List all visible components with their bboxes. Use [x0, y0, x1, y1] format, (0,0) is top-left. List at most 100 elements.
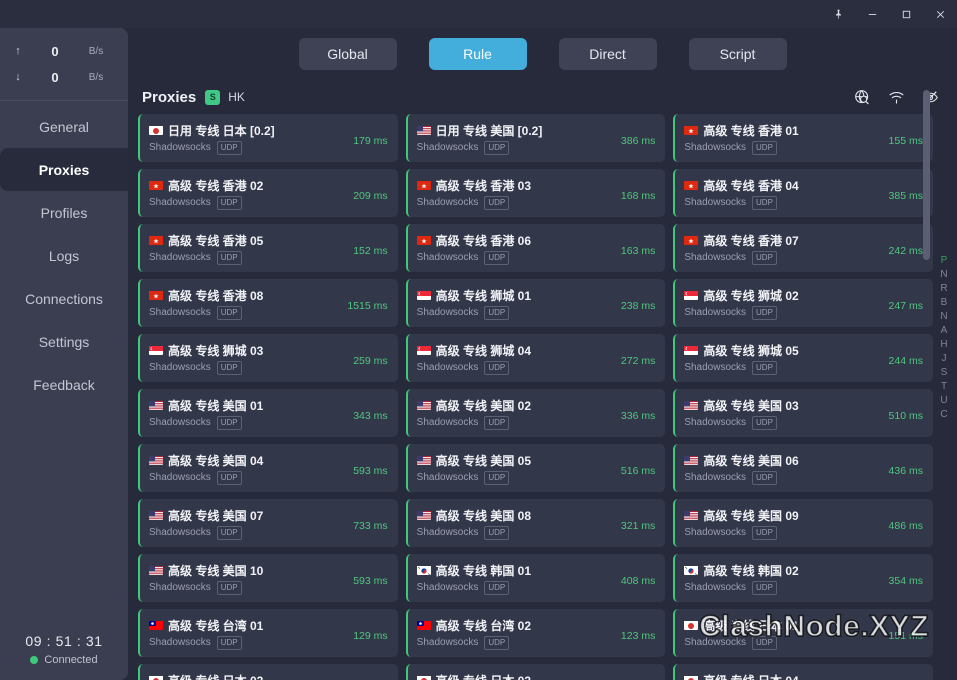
alphabet-index-letter[interactable]: P [941, 255, 948, 267]
proxy-name: 高级 专线 狮城 05 [703, 342, 798, 359]
proxy-card[interactable]: 高级 专线 日本 03ShadowsocksUDP219 ms [406, 664, 666, 680]
proxy-card[interactable]: 高级 专线 美国 06ShadowsocksUDP436 ms [673, 444, 933, 492]
alphabet-index-letter[interactable]: R [940, 283, 947, 295]
alphabet-index-letter[interactable]: N [940, 269, 947, 281]
proxy-protocol: Shadowsocks [417, 637, 479, 648]
alphabet-index-letter[interactable]: U [940, 395, 947, 407]
window-titlebar [0, 0, 957, 28]
minimize-icon[interactable] [855, 0, 889, 28]
proxy-card-title: 高级 专线 香港 06 [417, 232, 613, 249]
mode-button-global[interactable]: Global [299, 38, 397, 70]
proxy-card[interactable]: 高级 专线 香港 04ShadowsocksUDP385 ms [673, 169, 933, 217]
proxy-card-meta: ShadowsocksUDP [149, 416, 345, 430]
proxy-card[interactable]: 高级 专线 韩国 01ShadowsocksUDP408 ms [406, 554, 666, 602]
proxy-latency: 129 ms [353, 630, 387, 651]
alphabet-index-letter[interactable]: B [941, 297, 948, 309]
proxy-card-info: 高级 专线 美国 01ShadowsocksUDP [149, 397, 345, 430]
proxy-card[interactable]: 高级 专线 香港 06ShadowsocksUDP163 ms [406, 224, 666, 272]
proxy-card[interactable]: 高级 专线 美国 08ShadowsocksUDP321 ms [406, 499, 666, 547]
sidebar-item-proxies[interactable]: Proxies [0, 148, 128, 191]
proxy-card[interactable]: 高级 专线 日本 01ShadowsocksUDP151 ms [673, 609, 933, 657]
proxy-card[interactable]: 高级 专线 日本 02ShadowsocksUDP124 ms [138, 664, 398, 680]
proxy-card-meta: ShadowsocksUDP [417, 416, 613, 430]
proxy-card-title: 高级 专线 美国 08 [417, 507, 613, 524]
proxy-card[interactable]: 高级 专线 台湾 01ShadowsocksUDP129 ms [138, 609, 398, 657]
proxy-card[interactable]: 高级 专线 美国 09ShadowsocksUDP486 ms [673, 499, 933, 547]
proxy-card-info: 高级 专线 美国 09ShadowsocksUDP [684, 507, 880, 540]
sidebar-item-logs[interactable]: Logs [0, 234, 128, 277]
proxy-name: 高级 专线 香港 01 [703, 122, 798, 139]
mode-button-script[interactable]: Script [689, 38, 787, 70]
proxy-card[interactable]: 高级 专线 狮城 01ShadowsocksUDP238 ms [406, 279, 666, 327]
sidebar-item-settings[interactable]: Settings [0, 320, 128, 363]
proxy-card[interactable]: 高级 专线 狮城 05ShadowsocksUDP244 ms [673, 334, 933, 382]
proxy-udp-badge: UDP [752, 416, 777, 430]
vertical-scrollbar[interactable] [923, 90, 930, 260]
alphabet-index-letter[interactable]: J [942, 353, 947, 365]
proxy-card-info: 高级 专线 狮城 04ShadowsocksUDP [417, 342, 613, 375]
sidebar-item-label: Profiles [41, 205, 88, 221]
proxy-card[interactable]: 高级 专线 香港 01ShadowsocksUDP155 ms [673, 114, 933, 162]
alphabet-index-letter[interactable]: S [941, 367, 948, 379]
sidebar-status: 09 : 51 : 31 Connected [0, 633, 128, 680]
proxy-card[interactable]: 高级 专线 香港 02ShadowsocksUDP209 ms [138, 169, 398, 217]
sidebar-item-feedback[interactable]: Feedback [0, 363, 128, 406]
proxy-name: 高级 专线 美国 10 [168, 562, 263, 579]
proxy-protocol: Shadowsocks [417, 582, 479, 593]
proxy-card[interactable]: 高级 专线 美国 03ShadowsocksUDP510 ms [673, 389, 933, 437]
proxy-card-meta: ShadowsocksUDP [149, 251, 345, 265]
proxy-card[interactable]: 高级 专线 香港 07ShadowsocksUDP242 ms [673, 224, 933, 272]
pin-icon[interactable] [821, 0, 855, 28]
proxy-card[interactable]: 高级 专线 香港 03ShadowsocksUDP168 ms [406, 169, 666, 217]
proxy-card[interactable]: 高级 专线 美国 10ShadowsocksUDP593 ms [138, 554, 398, 602]
proxy-card-title: 高级 专线 韩国 01 [417, 562, 613, 579]
proxy-card-title: 高级 专线 美国 02 [417, 397, 613, 414]
close-icon[interactable] [923, 0, 957, 28]
proxy-card[interactable]: 高级 专线 台湾 02ShadowsocksUDP123 ms [406, 609, 666, 657]
sidebar-item-connections[interactable]: Connections [0, 277, 128, 320]
proxy-latency: 209 ms [353, 190, 387, 211]
globe-search-icon[interactable] [854, 89, 871, 106]
proxy-card[interactable]: 高级 专线 美国 05ShadowsocksUDP516 ms [406, 444, 666, 492]
flag-icon-jp [684, 675, 698, 680]
proxy-card[interactable]: 高级 专线 韩国 02ShadowsocksUDP354 ms [673, 554, 933, 602]
proxy-card[interactable]: 高级 专线 香港 08ShadowsocksUDP1515 ms [138, 279, 398, 327]
proxy-card[interactable]: 高级 专线 狮城 04ShadowsocksUDP272 ms [406, 334, 666, 382]
alphabet-index-letter[interactable]: A [941, 325, 948, 337]
mode-button-direct[interactable]: Direct [559, 38, 657, 70]
maximize-icon[interactable] [889, 0, 923, 28]
proxy-name: 高级 专线 狮城 02 [703, 287, 798, 304]
sidebar-item-label: General [39, 119, 89, 135]
proxy-card[interactable]: 高级 专线 美国 07ShadowsocksUDP733 ms [138, 499, 398, 547]
wifi-icon[interactable] [888, 89, 905, 106]
proxy-card[interactable]: 高级 专线 美国 01ShadowsocksUDP343 ms [138, 389, 398, 437]
proxy-card[interactable]: 高级 专线 日本 04ShadowsocksUDP249 ms [673, 664, 933, 680]
alphabet-index-letter[interactable]: T [941, 381, 947, 393]
proxy-name: 高级 专线 韩国 01 [436, 562, 531, 579]
mode-button-rule[interactable]: Rule [429, 38, 527, 70]
alphabet-index-letter[interactable]: H [940, 339, 947, 351]
proxy-card[interactable]: 高级 专线 美国 04ShadowsocksUDP593 ms [138, 444, 398, 492]
sidebar-item-label: Proxies [39, 162, 90, 178]
proxy-card-info: 高级 专线 日本 02ShadowsocksUDP [149, 672, 345, 680]
proxy-latency: 593 ms [353, 575, 387, 596]
proxy-card[interactable]: 高级 专线 狮城 03ShadowsocksUDP259 ms [138, 334, 398, 382]
proxy-card[interactable]: 日用 专线 美国 [0.2]ShadowsocksUDP386 ms [406, 114, 666, 162]
alphabet-index-letter[interactable]: C [940, 409, 947, 421]
alphabet-index-letter[interactable]: N [940, 311, 947, 323]
sidebar-item-profiles[interactable]: Profiles [0, 191, 128, 234]
proxy-card[interactable]: 日用 专线 日本 [0.2]ShadowsocksUDP179 ms [138, 114, 398, 162]
proxy-protocol: Shadowsocks [149, 362, 211, 373]
proxy-udp-badge: UDP [217, 416, 242, 430]
download-arrow-icon: ↓ [0, 71, 36, 83]
proxy-udp-badge: UDP [484, 636, 509, 650]
proxy-card[interactable]: 高级 专线 美国 02ShadowsocksUDP336 ms [406, 389, 666, 437]
alphabet-index[interactable]: PNRBNAHJSTUC [935, 255, 953, 421]
sidebar-item-general[interactable]: General [0, 105, 128, 148]
proxy-list-scroll-area[interactable]: 日用 专线 日本 [0.2]ShadowsocksUDP179 ms日用 专线 … [128, 114, 957, 680]
proxy-card[interactable]: 高级 专线 香港 05ShadowsocksUDP152 ms [138, 224, 398, 272]
page-title: Proxies [142, 89, 196, 106]
proxy-card-title: 高级 专线 香港 07 [684, 232, 880, 249]
proxy-protocol: Shadowsocks [149, 472, 211, 483]
proxy-card[interactable]: 高级 专线 狮城 02ShadowsocksUDP247 ms [673, 279, 933, 327]
